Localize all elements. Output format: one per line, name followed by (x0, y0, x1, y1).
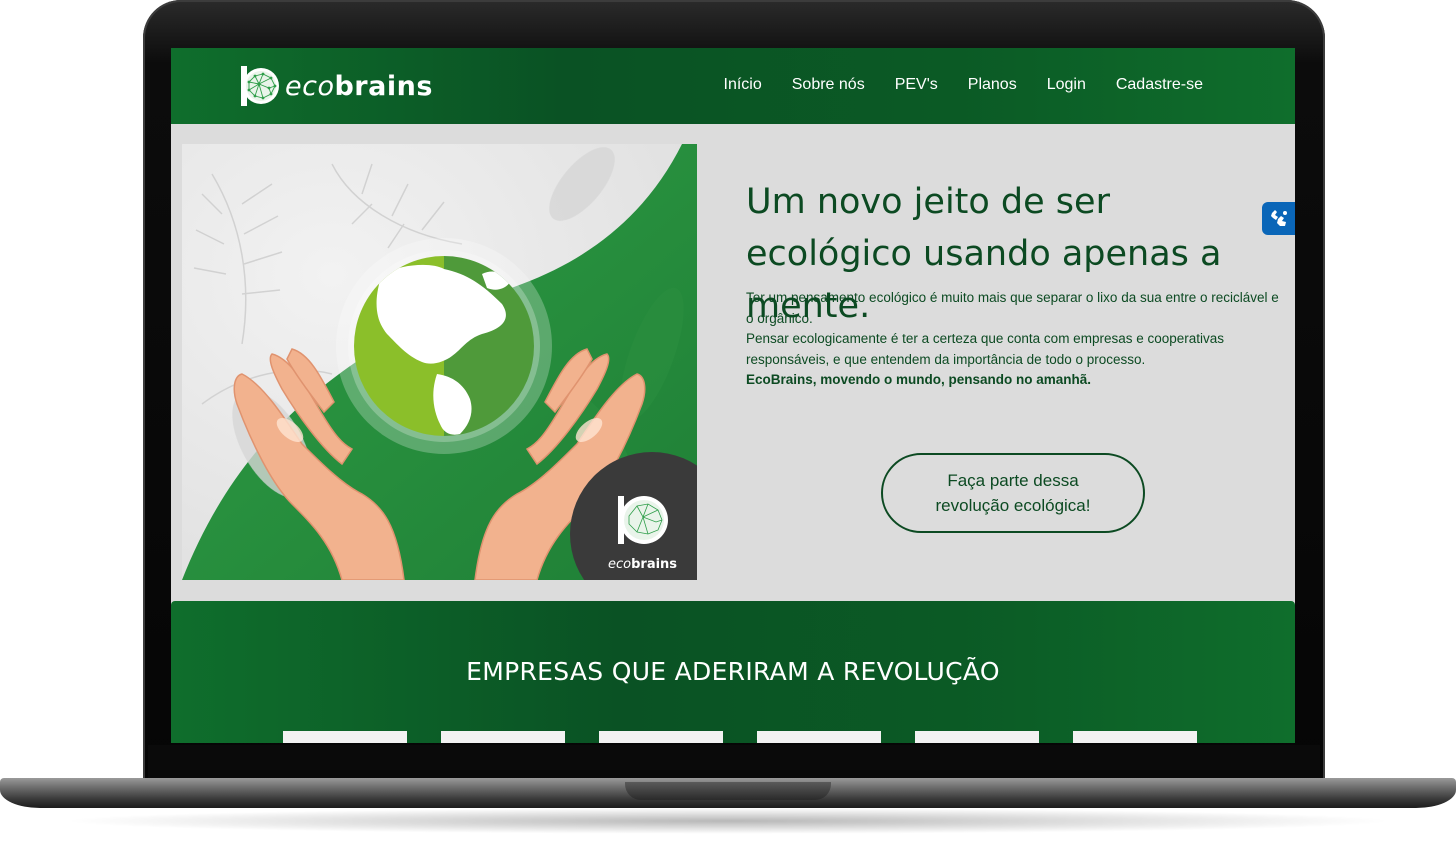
company-logo-card[interactable] (1073, 731, 1197, 743)
screen-bezel-bottom (148, 745, 1320, 781)
logo-text-light: eco (285, 70, 335, 102)
badge-text-light: eco (608, 557, 631, 572)
badge-text-bold: brains (631, 557, 677, 572)
join-revolution-button-label: Faça parte dessa revolução ecológica! (935, 471, 1091, 515)
join-revolution-button[interactable]: Faça parte dessa revolução ecológica! (881, 453, 1145, 533)
main-nav: Início Sobre nós PEV's Planos Login Cada… (724, 76, 1204, 94)
logo-text: ecobrains (285, 71, 433, 102)
ecobrains-logo[interactable]: ecobrains (239, 66, 433, 106)
company-logo-card[interactable] (441, 731, 565, 743)
nav-item-inicio[interactable]: Início (724, 76, 762, 94)
partner-companies-title: EMPRESAS QUE ADERIRAM A REVOLUÇÃO (466, 657, 1000, 686)
accessibility-widget-button[interactable] (1262, 202, 1295, 235)
website-screen: ecobrains Início Sobre nós PEV's Planos … (171, 48, 1295, 743)
nav-item-login[interactable]: Login (1047, 76, 1086, 94)
nav-item-pevs[interactable]: PEV's (895, 76, 938, 94)
company-logo-card[interactable] (915, 731, 1039, 743)
brain-globe-logo-icon (239, 66, 281, 106)
laptop-shadow (60, 808, 1396, 834)
hero-illustration: ecobrains (182, 144, 697, 580)
nav-item-cadastre-se[interactable]: Cadastre-se (1116, 76, 1203, 94)
hero-description: Ter um pensamento ecológico é muito mais… (746, 288, 1286, 391)
company-logo-card[interactable] (757, 731, 881, 743)
hero-paragraph-1: Ter um pensamento ecológico é muito mais… (746, 290, 1279, 326)
svg-text:ecobrains: ecobrains (608, 557, 677, 572)
hero-paragraph-2: Pensar ecologicamente é ter a certeza qu… (746, 331, 1225, 367)
laptop-notch (625, 782, 831, 800)
hero-tagline: EcoBrains, movendo o mundo, pensando no … (746, 372, 1092, 388)
nav-item-planos[interactable]: Planos (968, 76, 1017, 94)
company-logo-card[interactable] (599, 731, 723, 743)
navbar: ecobrains Início Sobre nós PEV's Planos … (171, 48, 1295, 124)
nav-item-sobre-nos[interactable]: Sobre nós (792, 76, 865, 94)
sign-language-hands-icon (1270, 209, 1287, 226)
company-logo-card[interactable] (283, 731, 407, 743)
hands-holding-earth-illustration: ecobrains (182, 144, 697, 580)
logo-text-bold: brains (334, 70, 433, 102)
partner-companies-section: EMPRESAS QUE ADERIRAM A REVOLUÇÃO (171, 601, 1295, 743)
